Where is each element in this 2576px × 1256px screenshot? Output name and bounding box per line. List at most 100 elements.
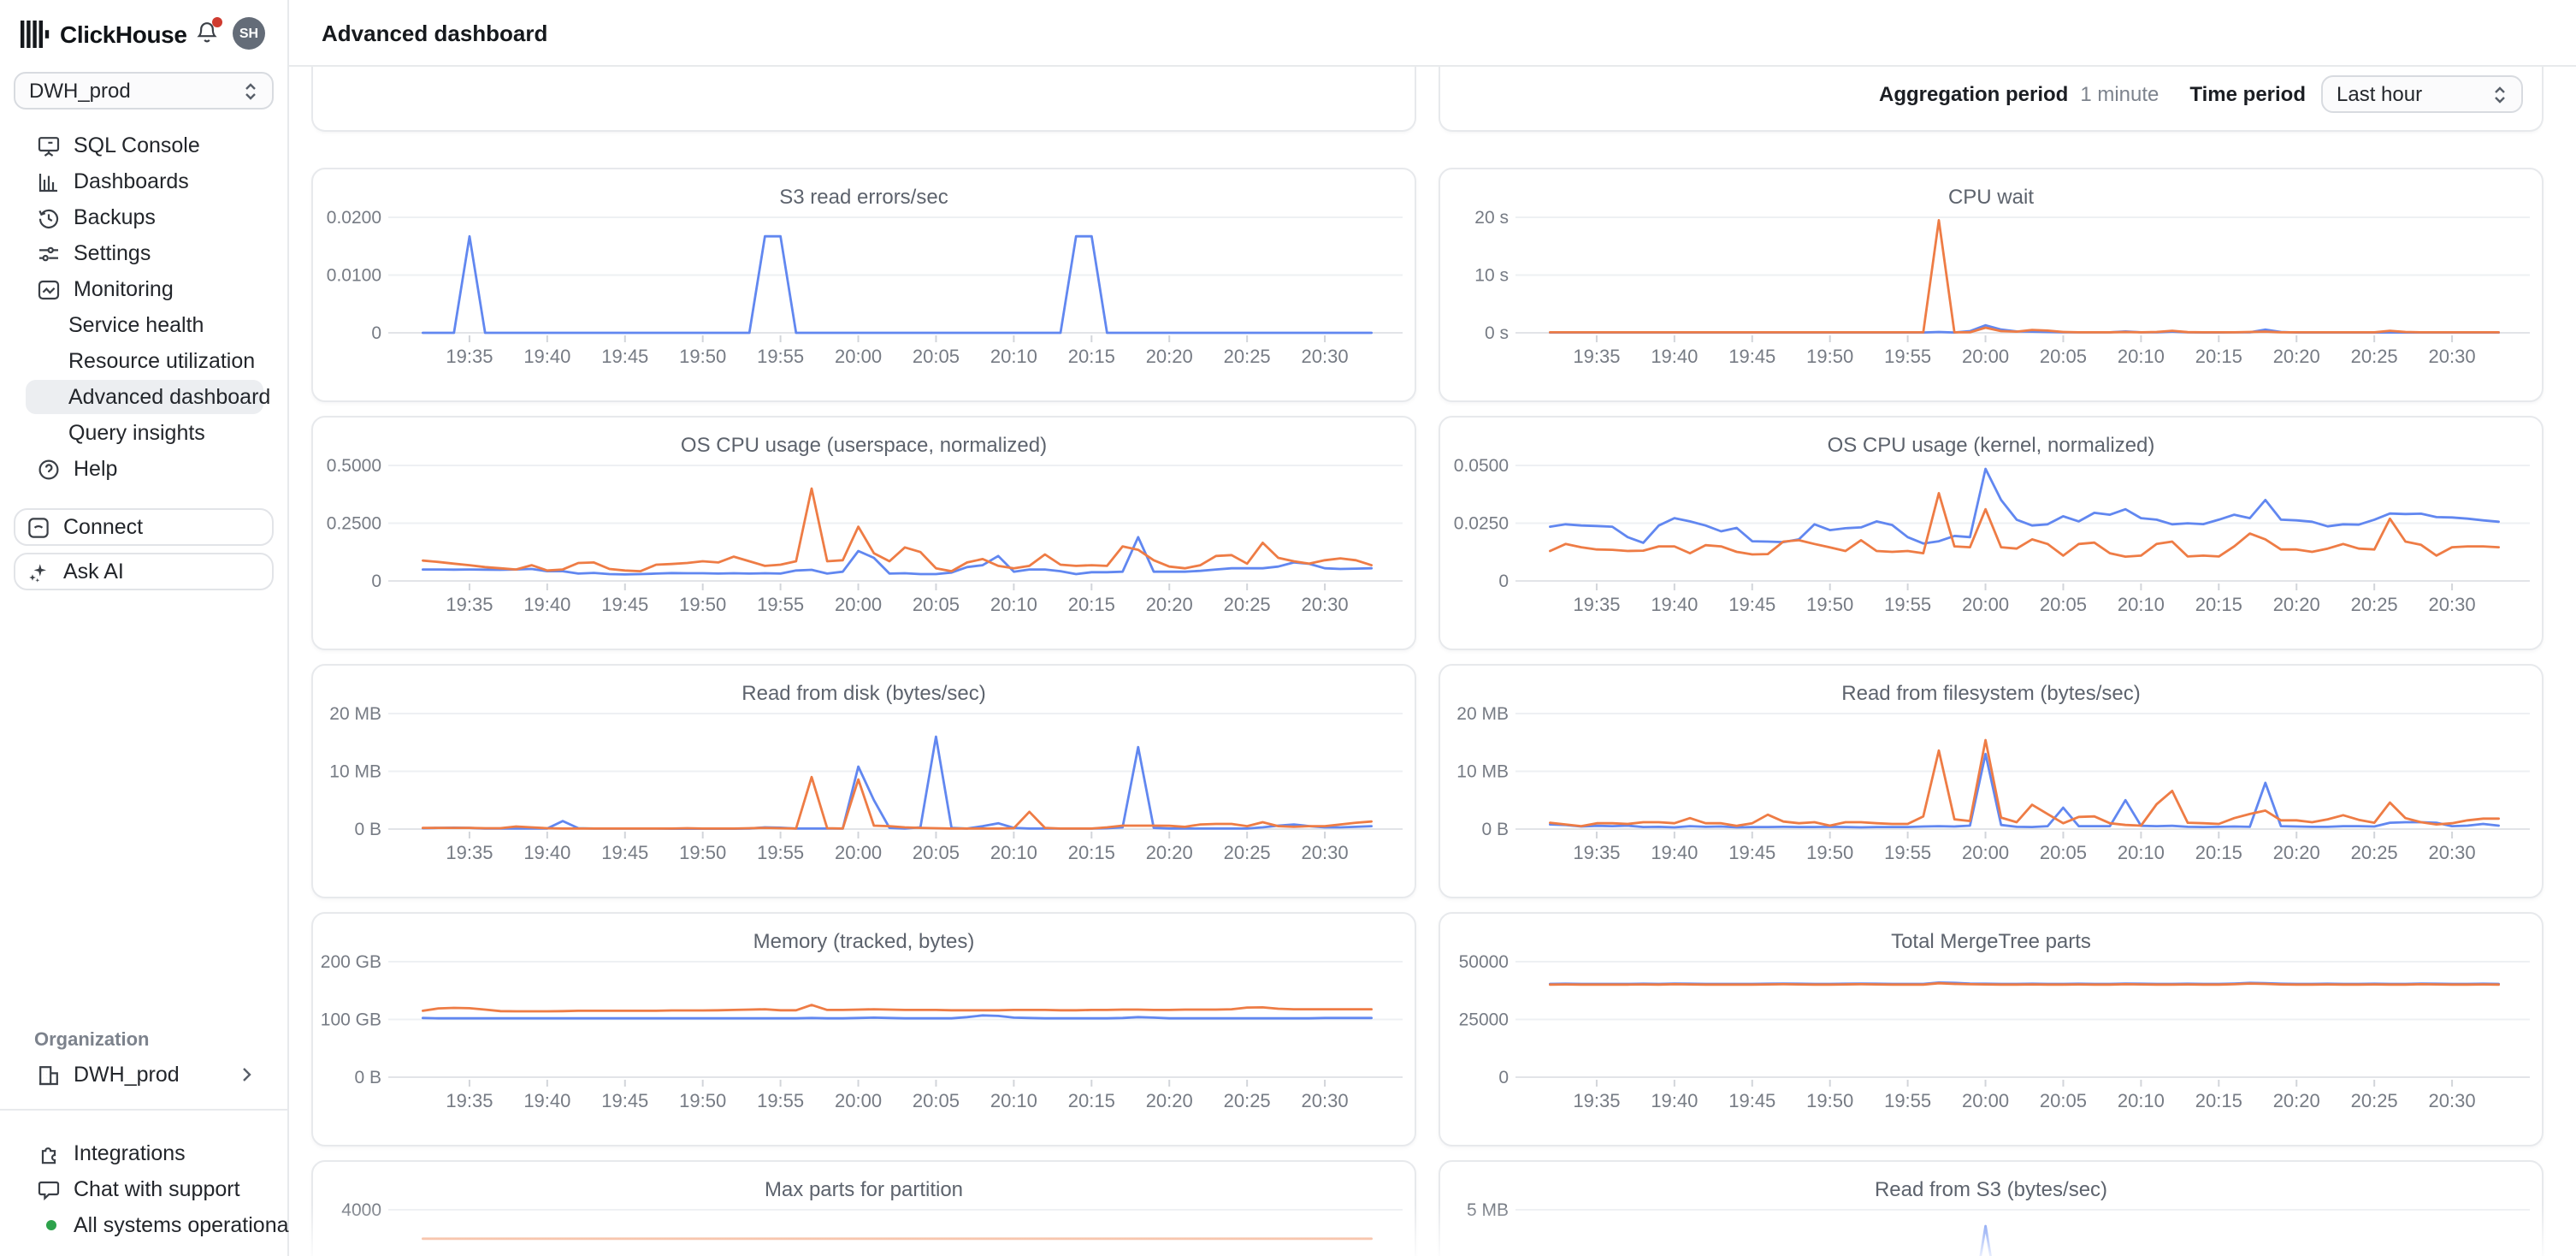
svg-text:10 MB: 10 MB [329, 762, 381, 782]
svg-text:19:50: 19:50 [679, 346, 726, 367]
sidebar-item-label: Settings [74, 241, 151, 265]
chart-card-6: Memory (tracked, bytes)200 GB100 GB0 B19… [311, 912, 1416, 1146]
page-title: Advanced dashboard [322, 20, 547, 45]
sidebar-item-advanced-dashboard[interactable]: Advanced dashboard [26, 380, 263, 414]
svg-text:20:30: 20:30 [1302, 594, 1349, 615]
chart-plot: 0.02000.0100019:3519:4019:4519:5019:5520… [313, 210, 1415, 400]
service-select[interactable]: DWH_prod [14, 72, 274, 110]
organization-name: DWH_prod [74, 1063, 180, 1087]
svg-text:19:35: 19:35 [1573, 842, 1620, 863]
sidebar-item-settings[interactable]: Settings [26, 236, 263, 270]
sidebar-item-label: SQL Console [74, 133, 200, 157]
svg-text:20:30: 20:30 [1302, 346, 1349, 367]
chart-plot: 40002000019:3519:4019:4519:5019:5520:002… [313, 1203, 1415, 1256]
svg-text:20:15: 20:15 [1068, 346, 1115, 367]
chart-plot: 20 s10 s0 s19:3519:4019:4519:5019:5520:0… [1440, 210, 2542, 400]
time-period-select[interactable]: Last hour [2321, 75, 2523, 113]
chart-card-9: Read from S3 (bytes/sec)5 MB2.5 MB0 B19:… [1439, 1160, 2544, 1256]
svg-text:20:20: 20:20 [2273, 842, 2320, 863]
svg-text:0: 0 [371, 323, 381, 343]
svg-text:20 s: 20 s [1474, 210, 1509, 228]
svg-text:20:30: 20:30 [1302, 1090, 1349, 1111]
svg-text:20 MB: 20 MB [329, 707, 381, 724]
chart-plot: 0.05000.0250019:3519:4019:4519:5019:5520… [1440, 459, 2542, 649]
svg-text:20:05: 20:05 [2040, 842, 2087, 863]
chart-title: Memory (tracked, bytes) [313, 929, 1415, 955]
notification-dot [212, 16, 222, 27]
svg-text:20:10: 20:10 [2118, 842, 2165, 863]
system-status-link[interactable]: All systems operational [26, 1208, 263, 1242]
svg-text:0.0100: 0.0100 [327, 266, 381, 286]
svg-text:19:55: 19:55 [1884, 1090, 1931, 1111]
service-select-value: DWH_prod [29, 79, 131, 103]
aggregation-period-label: Aggregation period [1879, 82, 2068, 106]
svg-text:20:05: 20:05 [2040, 594, 2087, 615]
svg-text:19:40: 19:40 [523, 346, 570, 367]
svg-text:5 MB: 5 MB [1467, 1203, 1509, 1220]
svg-text:20:30: 20:30 [2429, 594, 2476, 615]
building-icon [36, 1063, 60, 1086]
connect-button-label: Connect [63, 515, 143, 539]
avatar[interactable]: SH [233, 17, 265, 50]
svg-text:19:55: 19:55 [757, 842, 804, 863]
chart-title: CPU wait [1440, 185, 2542, 210]
svg-text:19:40: 19:40 [523, 842, 570, 863]
chart-title: Total MergeTree parts [1440, 929, 2542, 955]
svg-text:19:35: 19:35 [446, 594, 493, 615]
svg-text:19:55: 19:55 [757, 346, 804, 367]
svg-text:19:55: 19:55 [1884, 594, 1931, 615]
svg-text:20:00: 20:00 [835, 1090, 882, 1111]
svg-text:19:35: 19:35 [446, 346, 493, 367]
sidebar-item-query-insights[interactable]: Query insights [26, 416, 263, 450]
sidebar-item-label: Query insights [68, 421, 205, 445]
svg-text:19:45: 19:45 [1728, 594, 1775, 615]
sidebar-item-sql-console[interactable]: SQL Console [26, 128, 263, 163]
ask-ai-button[interactable]: Ask AI [14, 553, 274, 590]
sidebar-item-dashboards[interactable]: Dashboards [26, 164, 263, 198]
svg-text:20:10: 20:10 [2118, 594, 2165, 615]
svg-text:50000: 50000 [1459, 955, 1509, 972]
chat-with-support-link[interactable]: Chat with support [26, 1172, 263, 1206]
svg-text:20:15: 20:15 [2195, 346, 2242, 367]
svg-text:19:40: 19:40 [1651, 594, 1698, 615]
chart-plot: 20 MB10 MB0 B19:3519:4019:4519:5019:5520… [313, 707, 1415, 897]
svg-text:19:35: 19:35 [1573, 346, 1620, 367]
notifications-bell-icon[interactable] [195, 20, 221, 47]
svg-text:20:05: 20:05 [913, 346, 960, 367]
chart-title: Read from disk (bytes/sec) [313, 681, 1415, 707]
sidebar: ClickHouse SH DWH_prod SQL Console Dashb… [0, 0, 289, 1256]
sidebar-item-backups[interactable]: Backups [26, 200, 263, 234]
chart-plot: 5 MB2.5 MB0 B19:3519:4019:4519:5019:5520… [1440, 1203, 2542, 1256]
integrations-label: Integrations [74, 1141, 186, 1165]
svg-text:20:10: 20:10 [990, 346, 1037, 367]
ask-ai-button-label: Ask AI [63, 560, 124, 584]
sidebar-header: ClickHouse SH [0, 0, 287, 56]
connect-button[interactable]: Connect [14, 508, 274, 546]
svg-text:20:10: 20:10 [990, 842, 1037, 863]
chart-card-5: Read from filesystem (bytes/sec)20 MB10 … [1439, 664, 2544, 898]
sidebar-item-monitoring[interactable]: Monitoring [26, 272, 263, 306]
sidebar-item-help[interactable]: Help [26, 452, 263, 486]
svg-text:0 s: 0 s [1485, 323, 1509, 343]
sidebar-item-label: Resource utilization [68, 349, 255, 373]
svg-text:20:00: 20:00 [835, 346, 882, 367]
svg-text:20:05: 20:05 [913, 1090, 960, 1111]
integrations-link[interactable]: Integrations [26, 1136, 263, 1170]
svg-text:0: 0 [371, 572, 381, 591]
sidebar-item-service-health[interactable]: Service health [26, 308, 263, 342]
organization-switcher[interactable]: DWH_prod [26, 1058, 263, 1092]
sparkles-icon [27, 560, 50, 583]
svg-text:19:50: 19:50 [1806, 346, 1853, 367]
time-period-label: Time period [2189, 82, 2306, 106]
cutoff-card-left [311, 67, 1416, 132]
sidebar-item-label: Dashboards [74, 169, 189, 193]
help-icon [36, 458, 60, 480]
chevron-updown-icon [2492, 85, 2508, 104]
svg-text:19:45: 19:45 [601, 842, 648, 863]
sidebar-item-label: Service health [68, 313, 204, 337]
svg-text:19:50: 19:50 [1806, 594, 1853, 615]
svg-text:10 s: 10 s [1474, 266, 1509, 286]
organization-section-label: Organization [0, 1030, 287, 1058]
svg-text:20:25: 20:25 [1224, 346, 1271, 367]
sidebar-item-resource-utilization[interactable]: Resource utilization [26, 344, 263, 378]
